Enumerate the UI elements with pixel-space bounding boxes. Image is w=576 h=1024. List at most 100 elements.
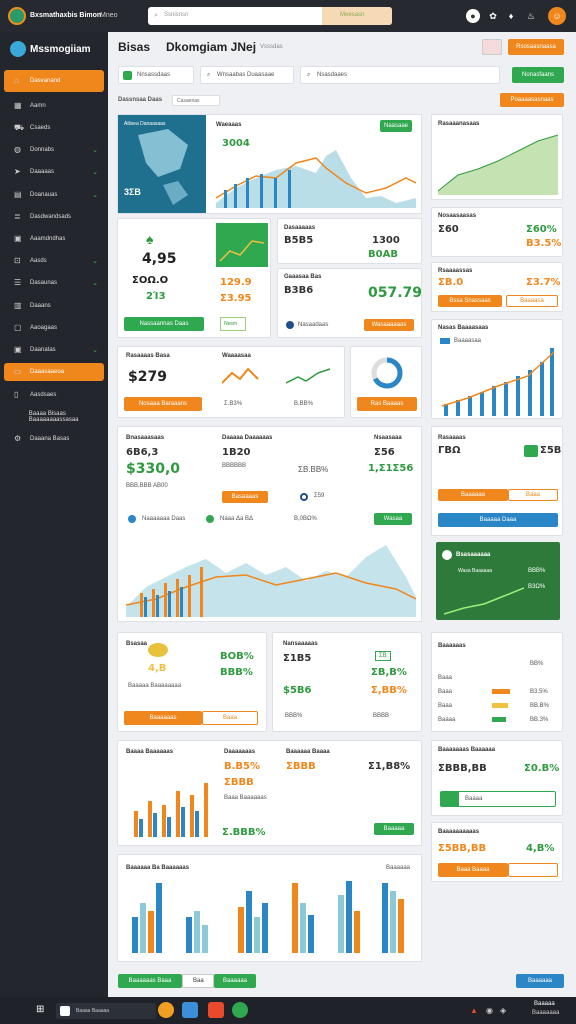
kpi4-dot-icon [286,321,294,329]
side4-title: Nasas Baaaasaas [438,325,489,331]
sidebar-item[interactable]: Baaaa Bisaas Baaaaaaaassasaa [4,408,104,426]
sidebar-item[interactable]: ☰ Dasaunas ⌄ [4,274,104,292]
sidebar-item-label: Baaaa Bisaas Baaaaaaaassasaa [28,411,79,423]
sidebar-item[interactable]: ▦ Aamn [4,97,104,115]
row3a-button[interactable]: Baaaaaas [124,711,202,725]
sidebar-item[interactable]: ▭ Daaasaaeoa [4,363,104,381]
side3-button[interactable]: Bssa Snassaas [438,295,502,307]
side3-value: ΣΒ.0 [438,277,464,288]
sales-pill2[interactable]: Naaa Δa ΒΔ [220,516,253,522]
sidebar-item-label: Dasaunas [30,280,58,286]
side1-title: Rasaaanasaas [438,121,480,127]
side8-value: Σ5ΒΒ,ΒΒ [438,843,487,854]
sidebar-item[interactable]: ▤ Doanauas ⌄ [4,186,104,204]
bar2-label: Baaa Baaaaaas [224,795,267,801]
side6-row: Baaa [438,675,453,681]
side8-button2[interactable] [508,863,558,877]
sidebar-item[interactable]: ≣ Dasdwandsads [4,208,104,226]
side8-pct: 4,Β% [526,843,555,854]
world-map-icon [138,129,188,205]
bell-icon[interactable]: ♦ [504,9,518,23]
avatar[interactable]: ☺ [548,7,566,25]
side7-value: ΣΒΒΒ,ΒΒ [438,763,487,774]
side3-button2[interactable]: Baaaasa [506,295,558,307]
apply-button[interactable]: Nonasfaans [512,67,564,83]
taskbar-search[interactable]: Baaaa Baaaaa [56,1003,156,1019]
network-icon[interactable]: ◉ [486,1006,493,1015]
sidebar-item[interactable]: ⛟ Csaeds [4,119,104,137]
sidebar-spacer [14,413,21,421]
sales-pill1[interactable]: Naaaaaaa Daas [142,516,185,522]
filter-input-3[interactable]: ⌕ Nsasdaaes [300,66,500,84]
side5-bar[interactable]: Baaaaa Daaa [438,513,558,527]
sidebar-item-label: Doanauas [30,192,58,198]
mid-sparkline [222,367,259,384]
date-range-select[interactable]: Casaenas [172,95,220,106]
sidebar-item[interactable]: ▣ Daanatas ⌄ [4,341,104,359]
volume-icon[interactable]: ◈ [500,1006,506,1015]
green-pct: ΒΒΒ% [528,568,546,574]
side7-pct: Σ0.Β% [524,763,560,774]
sales-col3-sub: 1,Σ1Σ56 [368,463,414,474]
bottom-chart-card: Baaaaaa Ba Baaaaaas Baaaaaa [117,854,422,962]
sidebar-item-label: Aaoagaas [30,325,58,331]
side5-button[interactable]: Baaaaaa [438,489,508,501]
kpi3-title: Dasaaaaas [284,225,316,231]
sales-button[interactable]: Basaaaas [222,491,268,503]
kpi1-sub: ΣΟΩ.Ο [132,275,169,286]
sidebar-item[interactable]: ➤ Daaaaas ⌄ [4,163,104,181]
start-icon[interactable]: ⊞ [36,1004,44,1015]
filter-select-2[interactable]: ⌕ Wnsaabas Duaasaae [200,66,294,84]
chevron-down-icon: ⌄ [92,280,98,287]
sidebar-item[interactable]: ▢ Aaoagaas [4,319,104,337]
rev-button[interactable]: Nosaaa Baraaans [124,397,202,411]
bars-button[interactable]: Baaaaa [374,823,414,835]
sidebar-item[interactable]: ◍ Donnabs ⌄ [4,141,104,159]
rev-value: $279 [128,369,167,385]
folder-icon[interactable] [182,1002,198,1018]
sales-button2[interactable]: Wasaa [374,513,412,525]
kpi1-button[interactable]: Nassaannas Daas [124,317,204,331]
app-icon-green[interactable] [232,1002,248,1018]
sidebar-item[interactable]: ▣ Aaamdndhas [4,230,104,248]
side5-button2[interactable]: Baaa [508,489,558,501]
footer-button2[interactable]: Baaaaaa [214,974,256,988]
side8-button[interactable]: Baaa Baaaa [438,863,508,877]
kpi1-sparkline [216,223,268,267]
app-icon-red[interactable] [208,1002,224,1018]
user-icon[interactable]: ● [466,9,480,23]
sidebar-item[interactable]: ⌂ Dasvanand [4,70,104,92]
sales-col2-pct: ΒΒΒΒΒΒ [222,463,247,469]
settings-icon[interactable]: ✿ [486,9,500,23]
primary-action-button[interactable]: Rsosaasnaasa [508,39,564,55]
search-button[interactable]: Meesasn [322,7,392,25]
map-widget[interactable]: Ailisea Danaasaas 3ΣΒ [118,115,206,213]
kpi4-button[interactable]: Wasaaaaaas [364,319,414,331]
globe-icon: ◍ [14,145,21,154]
donut-button[interactable]: Ras Baaaas [357,397,417,411]
bar2-title: Daaaaaaas [224,749,256,755]
footer-button1[interactable]: Baaaaaas Baaa [118,974,182,988]
footer-label[interactable]: Baa [182,974,214,988]
chevron-down-icon: ⌄ [92,147,98,154]
sidebar-item[interactable]: ▥ Daaans [4,297,104,315]
sidebar-item[interactable]: ⊡ Aasds ⌄ [4,252,104,270]
sales-area-chart [126,545,416,617]
browser-icon[interactable] [158,1002,174,1018]
chart1-button[interactable]: Naasaae [380,120,412,132]
sidebar-item[interactable]: ⚙ Daaana Basas [4,430,104,448]
share-icon[interactable] [482,39,502,55]
export-button[interactable]: Poaaaasasnaas [500,93,564,107]
row3a-button2[interactable]: Baaa [202,711,258,725]
side7-progress[interactable]: Baaaa [440,791,556,807]
side-card-3: Rsaaaassas ΣΒ.0 Σ3.7% Bssa Snassaas Baaa… [431,262,563,312]
taskbar-time: Baaaaa [534,1001,555,1007]
footer-right-button[interactable]: Baaaaaa [516,974,564,988]
notification-icon[interactable]: ▲ [470,1006,478,1015]
kpi1-button2[interactable]: Nesm [220,317,246,331]
fire-icon[interactable]: ♨ [524,9,538,23]
sidebar-item[interactable]: ▯ Aasdsaes [4,386,104,404]
breadcrumb[interactable]: Dassnsaa Daas [118,97,162,103]
filter-select-1[interactable]: Nnsassdaas [118,66,194,84]
green-title: Bsasaaaaaa [456,552,491,558]
